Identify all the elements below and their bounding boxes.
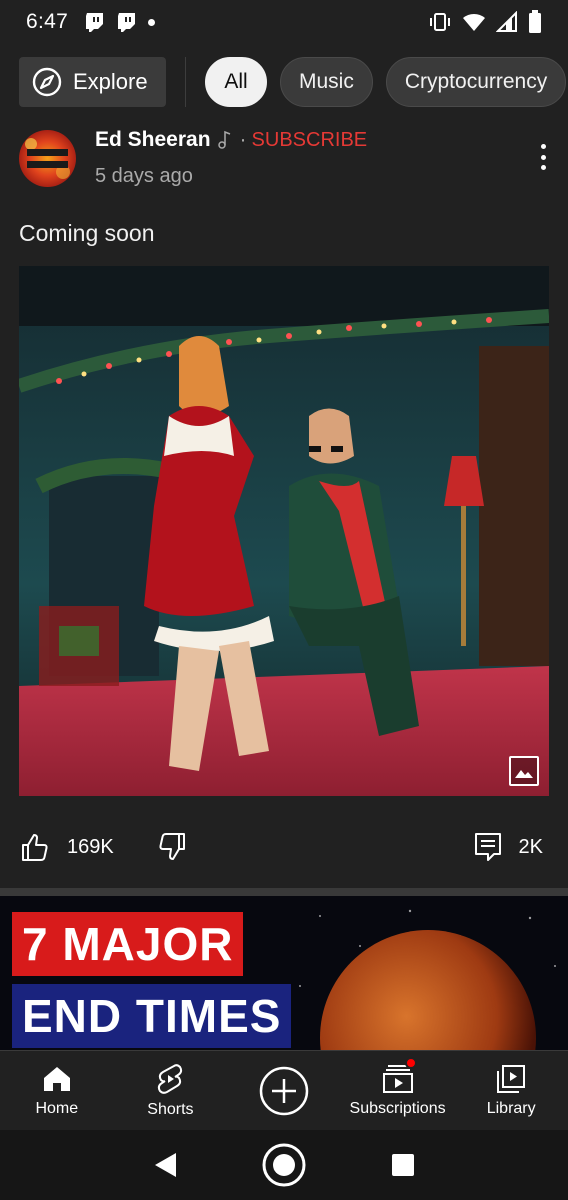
post-image[interactable] [19,266,549,796]
cell-signal-icon [496,11,517,32]
post-text: Coming soon [19,220,155,246]
create-button[interactable] [227,1051,341,1130]
video-thumbnail[interactable]: 7 MAJOR END TIMES [0,896,568,1050]
image-post-icon [509,756,539,786]
twitch-notification-icon [86,13,104,32]
comment-icon [474,833,501,861]
engagement-bar: 169K 2K [19,822,549,872]
twitch-notification-icon [118,13,136,32]
channel-avatar[interactable] [19,130,76,187]
vibrate-icon [430,13,450,31]
notification-icons [84,11,156,33]
filter-chip-bar: Explore All Music Cryptocurrency [0,56,568,108]
nav-home[interactable]: Home [0,1051,114,1130]
chip-all[interactable]: All [205,57,267,107]
add-icon [259,1066,309,1115]
chip-music[interactable]: Music [280,57,373,107]
shorts-icon [158,1063,183,1094]
status-bar: 6:47 [0,0,568,44]
nav-shorts-label: Shorts [147,1100,194,1118]
dislike-button[interactable] [156,831,188,863]
home-circle-icon[interactable] [261,1142,307,1188]
library-icon [497,1064,526,1093]
compass-icon [32,67,62,97]
post-time: 5 days ago [95,165,193,187]
channel-line: Ed Sheeran · SUBSCRIBE [95,128,367,152]
status-time: 6:47 [26,10,69,33]
chip-divider [185,57,186,107]
recents-icon[interactable] [390,1152,416,1178]
thumbs-up-icon [22,834,48,861]
music-note-icon [217,130,230,149]
nav-library-label: Library [486,1099,536,1117]
system-status-icons [428,10,542,34]
more-notifications-icon [148,18,156,26]
wifi-icon [463,13,485,31]
post-header: Ed Sheeran · SUBSCRIBE 5 days ago [19,128,549,192]
nav-shorts[interactable]: Shorts [114,1051,228,1130]
channel-name[interactable]: Ed Sheeran [95,128,211,152]
bottom-navigation: Home Shorts Subscriptions Library [0,1050,568,1130]
explore-label: Explore [73,69,148,94]
section-separator [0,888,568,896]
thumbs-down-icon [159,833,185,860]
nav-home-label: Home [35,1099,79,1117]
nav-subscriptions[interactable]: Subscriptions [341,1051,455,1130]
like-button[interactable]: 169K [19,831,114,863]
separator-dot: · [239,128,247,151]
home-icon [43,1066,70,1091]
comment-count: 2K [518,835,543,858]
back-icon[interactable] [152,1151,178,1179]
thumbnail-text-line-1: 7 MAJOR [12,912,244,976]
comments-button[interactable]: 2K [473,831,543,863]
chip-cryptocurrency[interactable]: Cryptocurrency [385,57,567,107]
thumbnail-text-line-2: END TIMES [12,984,292,1048]
battery-icon [529,10,541,33]
like-count: 169K [67,835,114,858]
nav-subscriptions-label: Subscriptions [349,1099,446,1117]
notification-badge [404,1057,417,1069]
more-options-icon[interactable] [537,144,549,170]
system-navigation-bar [0,1130,568,1200]
explore-button[interactable]: Explore [19,57,166,107]
nav-library[interactable]: Library [454,1051,568,1130]
subscribe-button[interactable]: SUBSCRIBE [252,129,368,152]
